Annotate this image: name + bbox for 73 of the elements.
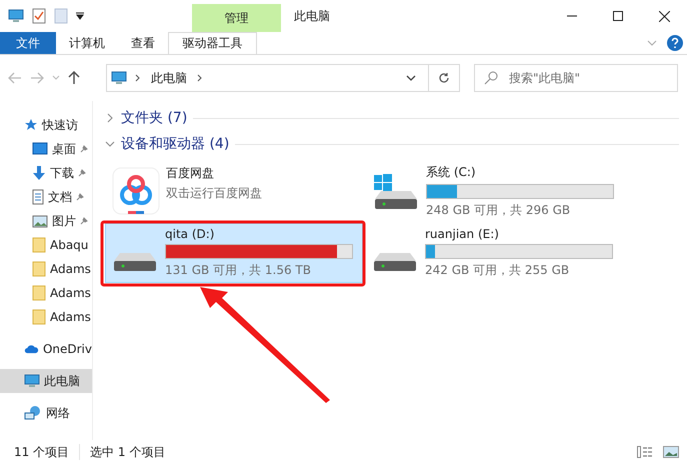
app-subtitle: 双击运行百度网盘 bbox=[166, 184, 262, 202]
address-bar[interactable]: 此电脑 bbox=[106, 64, 460, 92]
properties-icon[interactable] bbox=[32, 8, 46, 24]
sidebar-item[interactable]: Adams bbox=[0, 305, 92, 329]
chevron-right-icon[interactable] bbox=[105, 113, 115, 123]
cloud-icon bbox=[24, 343, 39, 355]
pictures-icon bbox=[32, 214, 48, 228]
ribbon-tab[interactable]: 计算机 bbox=[56, 32, 118, 54]
download-arrow-icon bbox=[32, 165, 46, 181]
drive-tile[interactable]: qita (D:) 131 GB 可用，共 1.56 TB bbox=[105, 223, 363, 283]
search-icon bbox=[484, 71, 498, 85]
cloud-app-icon bbox=[112, 167, 160, 215]
sidebar-item[interactable]: 桌面 bbox=[0, 137, 92, 161]
search-field[interactable]: 搜索"此电脑" bbox=[474, 64, 678, 92]
sidebar-item[interactable]: Adams bbox=[0, 281, 92, 305]
sidebar-item[interactable]: 网络 bbox=[0, 401, 92, 425]
sidebar-item[interactable]: OneDriv bbox=[0, 337, 92, 361]
desktop-icon bbox=[32, 142, 48, 156]
up-arrow-icon[interactable] bbox=[68, 71, 80, 85]
file-tab[interactable]: 文件 bbox=[0, 32, 56, 54]
folder-icon bbox=[32, 309, 46, 325]
sidebar-item[interactable]: 图片 bbox=[0, 209, 92, 233]
context-tab-label: 管理 bbox=[192, 4, 281, 32]
chevron-right-icon bbox=[197, 74, 203, 82]
section-header[interactable]: 设备和驱动器 (4) bbox=[121, 135, 230, 153]
folder-icon bbox=[32, 285, 46, 301]
selection-count: 选中 1 个项目 bbox=[90, 444, 166, 460]
sidebar-item[interactable]: 此电脑 bbox=[0, 369, 92, 393]
network-globe-icon bbox=[24, 405, 42, 421]
refresh-icon bbox=[438, 72, 450, 84]
free-space-text: 248 GB 可用，共 296 GB bbox=[426, 202, 572, 218]
pin-icon bbox=[78, 169, 86, 177]
drive-name: 系统 (C:) bbox=[426, 164, 477, 180]
close-icon bbox=[658, 10, 670, 22]
drive-name: ruanjian (E:) bbox=[425, 227, 500, 241]
system-drive-icon bbox=[374, 174, 417, 208]
sidebar-item[interactable]: 下载 bbox=[0, 161, 92, 185]
drive-icon bbox=[374, 252, 416, 270]
breadcrumb[interactable]: 此电脑 bbox=[151, 70, 187, 86]
window-title: 此电脑 bbox=[294, 8, 331, 24]
pin-icon bbox=[80, 145, 88, 153]
chevron-down-icon[interactable] bbox=[406, 74, 416, 82]
ribbon-tab[interactable]: 驱动器工具 bbox=[168, 32, 257, 54]
computer-icon bbox=[111, 70, 127, 86]
free-space-text: 131 GB 可用，共 1.56 TB bbox=[165, 262, 312, 279]
dropdown-caret-icon[interactable] bbox=[76, 12, 84, 20]
pin-icon bbox=[76, 193, 84, 201]
section-header[interactable]: 文件夹 (7) bbox=[121, 109, 188, 127]
pin-icon bbox=[80, 217, 88, 225]
app-tile[interactable]: 百度网盘 双击运行百度网盘 bbox=[105, 161, 363, 221]
ribbon-tab[interactable]: 查看 bbox=[118, 32, 168, 54]
details-view-icon[interactable] bbox=[637, 446, 653, 458]
sidebar-item[interactable]: 文档 bbox=[0, 185, 92, 209]
computer-icon bbox=[24, 373, 40, 389]
sidebar-item[interactable]: 快速访 bbox=[0, 113, 92, 137]
document-icon bbox=[32, 189, 44, 205]
folder-icon bbox=[32, 261, 46, 277]
sidebar-item[interactable]: Adams bbox=[0, 257, 92, 281]
computer-icon bbox=[8, 8, 24, 24]
maximize-icon bbox=[613, 11, 623, 21]
drive-tile[interactable]: ruanjian (E:) 242 GB 可用，共 255 GB bbox=[365, 223, 623, 283]
chevron-right-icon bbox=[135, 74, 141, 82]
sidebar-item[interactable]: Abaqu bbox=[0, 233, 92, 257]
app-name: 百度网盘 bbox=[166, 164, 215, 182]
help-icon[interactable] bbox=[667, 35, 683, 51]
drive-name: qita (D:) bbox=[165, 227, 216, 241]
free-space-text: 242 GB 可用，共 255 GB bbox=[425, 262, 570, 279]
drive-icon bbox=[114, 252, 156, 270]
item-count: 11 个项目 bbox=[14, 444, 70, 460]
drive-tile[interactable]: 系统 (C:) 248 GB 可用，共 296 GB bbox=[365, 161, 623, 221]
large-icons-view-icon[interactable] bbox=[663, 446, 679, 458]
folder-icon bbox=[32, 237, 46, 253]
star-icon bbox=[24, 118, 38, 132]
